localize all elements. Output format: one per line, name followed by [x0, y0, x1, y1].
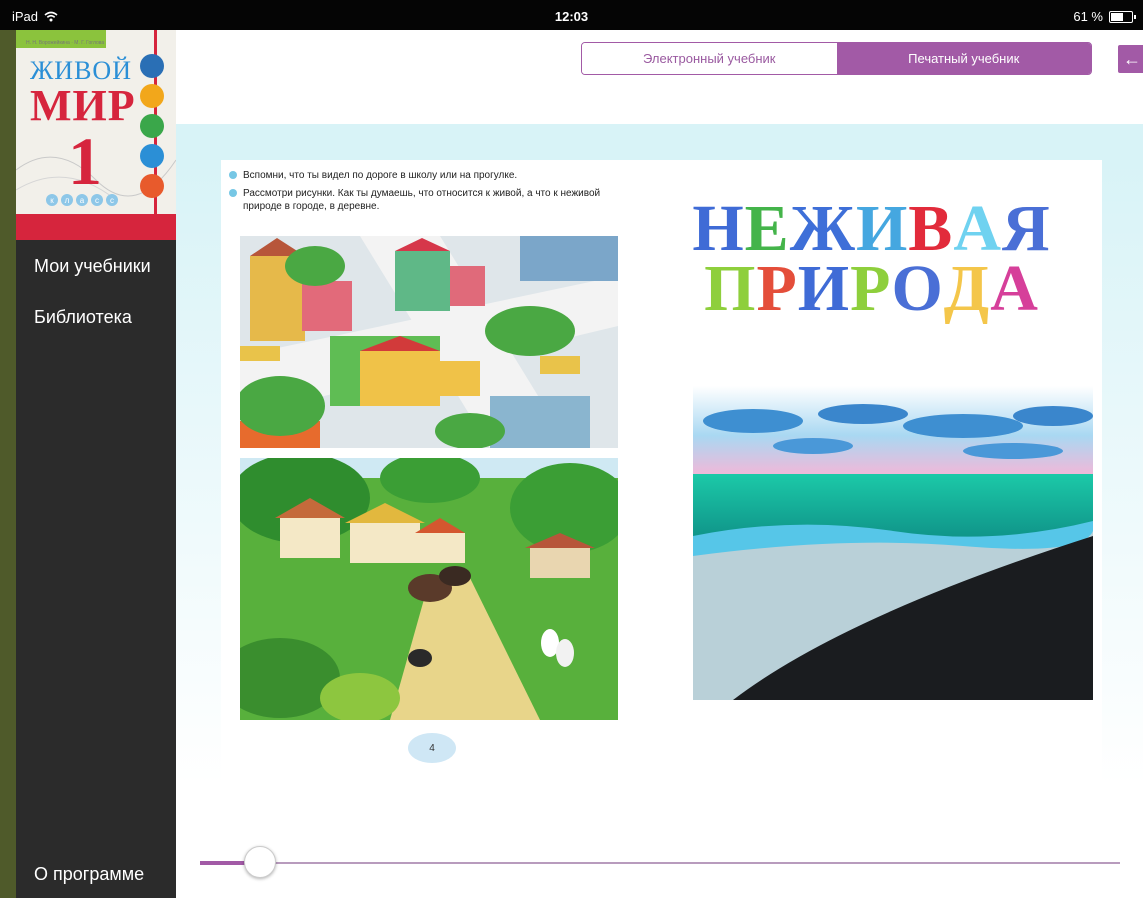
- cover-grade-letter: а: [76, 194, 88, 206]
- page-number: 4: [408, 733, 456, 763]
- page-slider-track[interactable]: [200, 862, 1120, 864]
- cover-circle: [140, 84, 164, 108]
- content-background-right: [1102, 160, 1143, 785]
- title-letter: И: [797, 252, 851, 325]
- cover-grade-letter: с: [106, 194, 118, 206]
- book-page-left: Вспомни, что ты видел по дороге в школу …: [221, 160, 641, 785]
- cover-circle: [140, 174, 164, 198]
- cover-grade: 1: [68, 123, 102, 199]
- cover-grade-letter: к: [46, 194, 58, 206]
- city-illustration: [240, 236, 618, 448]
- tab-electronic-textbook[interactable]: Электронный учебник: [582, 43, 837, 74]
- status-time: 12:03: [554, 9, 589, 24]
- page-slider-knob[interactable]: [243, 846, 276, 878]
- sidebar-item-library[interactable]: Библиотека: [34, 307, 132, 328]
- seascape-photo: [693, 386, 1093, 700]
- cover-band: [16, 214, 176, 240]
- cover-grade-letter: л: [61, 194, 73, 206]
- sidebar-item-about[interactable]: О программе: [34, 864, 144, 885]
- title-letter: А: [990, 252, 1039, 325]
- cover-authors: Н. Н. Ворожейкина · М. Г. Гоглова: [26, 40, 105, 46]
- village-illustration: [240, 458, 618, 720]
- status-right: 61 %: [1073, 9, 1136, 24]
- title-line-2: ПРИРОДА: [641, 256, 1102, 322]
- tab-printed-textbook[interactable]: Печатный учебник: [836, 43, 1091, 74]
- cover-grade-letter: с: [91, 194, 103, 206]
- instruction-2: Рассмотри рисунки. Как ты думаешь, что о…: [229, 187, 634, 213]
- cover-grade-label: класс: [46, 194, 118, 206]
- title-letter: Д: [943, 252, 991, 325]
- battery-percent: 61 %: [1073, 9, 1103, 24]
- back-button[interactable]: ←: [1118, 45, 1143, 73]
- cover-circle: [140, 114, 164, 138]
- status-bar: iPad 12:03 61 %: [0, 0, 1143, 30]
- content-background: [176, 124, 1143, 160]
- cover-circle: [140, 144, 164, 168]
- sidebar: Н. Н. Ворожейкина · М. Г. Гоглова ЖИВОЙ …: [16, 30, 176, 898]
- title-letter: Р: [756, 252, 798, 325]
- instruction-1: Вспомни, что ты видел по дороге в школу …: [229, 169, 634, 182]
- battery-icon: [1109, 10, 1136, 23]
- title-letter: П: [704, 252, 757, 325]
- sidebar-item-my-textbooks[interactable]: Мои учебники: [34, 256, 151, 277]
- view-mode-toggle: Электронный учебник Печатный учебник: [581, 42, 1092, 75]
- title-letter: О: [891, 252, 944, 325]
- title-letter: Р: [850, 252, 892, 325]
- book-page-right: НЕЖИВАЯ ПРИРОДА: [641, 160, 1102, 785]
- cover-circle: [140, 54, 164, 78]
- cover-circles: [140, 54, 164, 198]
- arrow-left-icon: ←: [1123, 48, 1141, 69]
- content-background-left: [176, 160, 221, 785]
- window-frame: [0, 30, 16, 898]
- textbook-cover[interactable]: Н. Н. Ворожейкина · М. Г. Гоглова ЖИВОЙ …: [16, 30, 176, 240]
